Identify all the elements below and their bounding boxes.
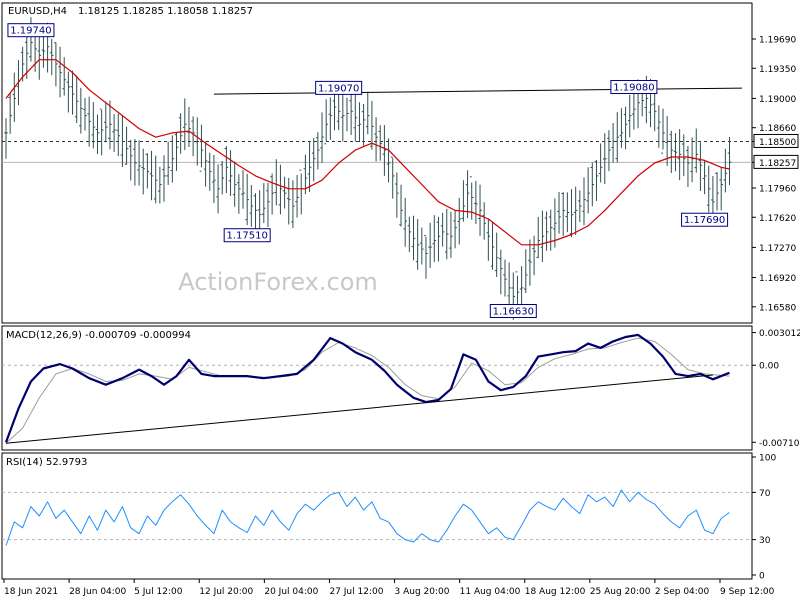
x-axis-label: 28 Jun 04:00: [69, 587, 126, 597]
x-axis-label: 2 Sep 04:00: [655, 587, 710, 597]
annotation-text: 1.17510: [226, 231, 267, 242]
annotation-text: 1.19740: [10, 26, 51, 37]
x-axis-label: 9 Sep 12:00: [720, 587, 775, 597]
chart-window: ActionForex.com EURUSD,H4 1.18125 1.1828…: [0, 0, 800, 600]
price-axis-label: 1.18257: [759, 159, 796, 169]
price-axis-label: 1.19000: [759, 95, 796, 105]
x-axis-label: 25 Aug 20:00: [590, 587, 651, 597]
price-annotation: 1.16630: [489, 304, 537, 318]
macd-axis-label: 0.00: [759, 362, 779, 372]
price-axis-label: 1.18660: [759, 124, 796, 134]
macd-axis-label: 0.003012: [759, 329, 800, 339]
price-axis-label: 1.16580: [759, 303, 796, 313]
price-annotation: 1.19080: [610, 80, 658, 95]
x-axis-label: 18 Aug 12:00: [525, 587, 586, 597]
rsi-label: RSI(14) 52.9793: [6, 457, 87, 468]
annotation-text: 1.19080: [613, 83, 654, 94]
rsi-axis-label: 100: [759, 454, 776, 464]
chart-svg: ActionForex.com EURUSD,H4 1.18125 1.1828…: [0, 0, 800, 600]
symbol-label: EURUSD,H4: [8, 6, 67, 17]
ohlc-label: 1.18125 1.18285 1.18058 1.18257: [78, 6, 253, 17]
price-annotation: 1.17690: [681, 212, 729, 227]
price-axis-label: 1.17620: [759, 214, 796, 224]
price-axis-label: 1.19350: [759, 65, 796, 75]
rsi-axis-label: 70: [759, 489, 771, 499]
price-axis-label: 1.16920: [759, 274, 796, 284]
x-axis-label: 27 Jul 12:00: [329, 587, 383, 597]
price-axis-label: 1.19690: [759, 36, 796, 46]
x-axis-label: 5 Jul 12:00: [134, 587, 183, 597]
price-annotation: 1.19740: [7, 23, 55, 38]
x-axis-label: 18 Jun 2021: [4, 587, 58, 597]
price-axis-label: 1.18500: [759, 138, 796, 148]
rsi-axis-label: 0: [759, 572, 765, 582]
price-annotation: 1.17510: [223, 228, 271, 243]
macd-axis-label: -0.007109: [759, 439, 800, 449]
price-axis-label: 1.17270: [759, 244, 796, 254]
macd-label: MACD(12,26,9) -0.000709 -0.000994: [6, 330, 191, 341]
x-axis-label: 3 Aug 20:00: [395, 587, 450, 597]
x-axis-label: 12 Jul 20:00: [199, 587, 253, 597]
watermark-text: ActionForex.com: [178, 268, 378, 296]
price-axis-label: 1.17960: [759, 184, 796, 194]
annotation-text: 1.16630: [493, 307, 534, 318]
price-annotation: 1.19070: [315, 80, 363, 95]
rsi-axis-label: 30: [759, 536, 771, 546]
annotation-text: 1.19070: [318, 83, 359, 94]
x-axis-label: 20 Jul 04:00: [264, 587, 318, 597]
annotation-text: 1.17690: [684, 215, 725, 226]
x-axis-label: 11 Aug 04:00: [460, 587, 521, 597]
